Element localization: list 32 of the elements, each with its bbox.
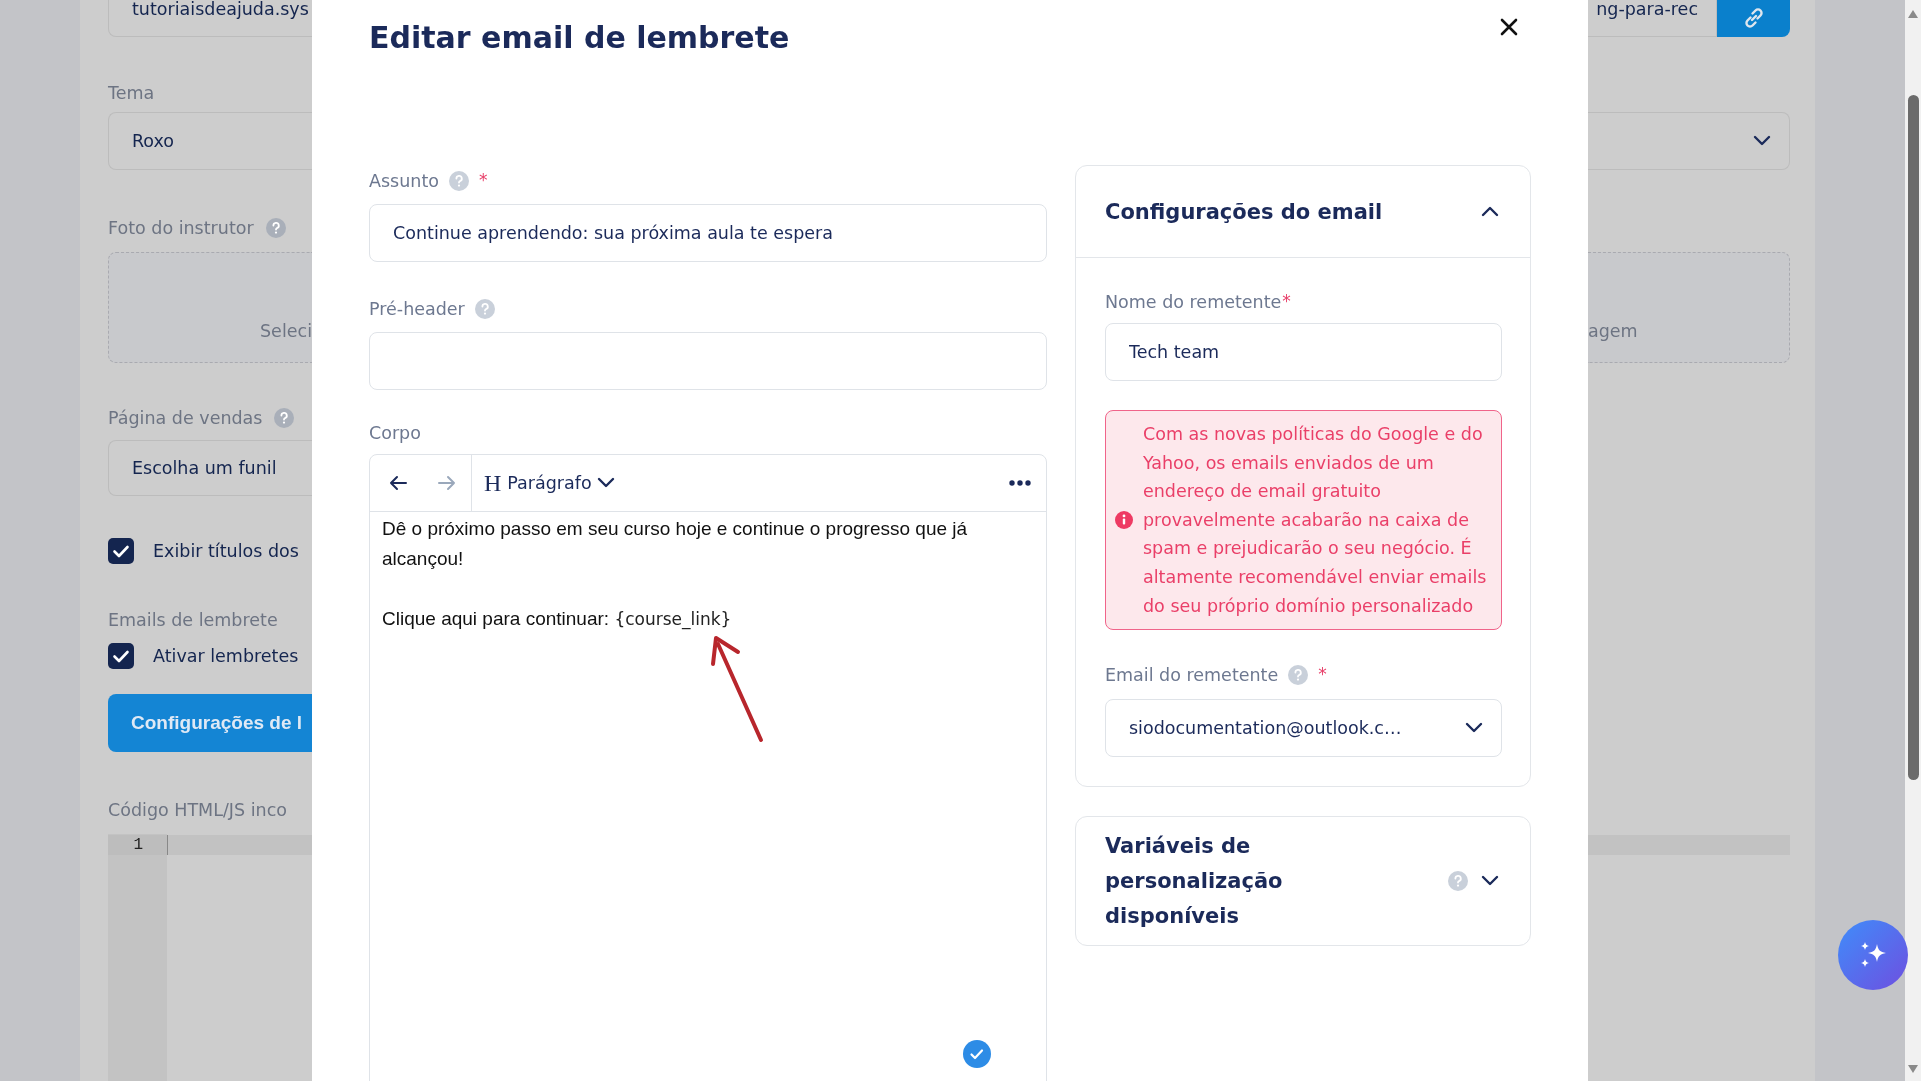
line-number: 1	[108, 835, 167, 855]
required-mark: *	[1318, 664, 1327, 685]
code-editor[interactable]: 1	[108, 834, 312, 1081]
field-label: Código HTML/JS inco	[108, 799, 288, 821]
rich-text-editor[interactable]: H Parágrafo Dê o próximo passo em seu curso hoje e continue o progresso que já alcançou! Clique aqui para continuar: {course_link}	[369, 454, 1047, 1081]
field-label: Página de vendas	[108, 407, 263, 429]
checkbox-label: Ativar lembretes	[153, 646, 299, 666]
field-label: Tema	[108, 82, 156, 104]
panel-header[interactable]: Variáveis de personalização disponíveis	[1076, 817, 1530, 946]
field-label: Assunto	[369, 170, 439, 192]
checkbox-label: Exibir títulos dos	[153, 541, 299, 561]
subject-field[interactable]: Continue aprendendo: sua próxima aula te espera	[369, 204, 1047, 262]
dialog-title: Editar email de lembrete	[369, 19, 790, 57]
required-mark: *	[478, 170, 488, 190]
required-mark: *	[1282, 291, 1291, 311]
body-paragraph: Dê o próximo passo em seu curso hoje e continue o progresso que já alcançou!	[382, 517, 969, 571]
theme-select[interactable]: Roxo	[108, 112, 312, 170]
format-dropdown[interactable]: H Parágrafo	[484, 469, 616, 497]
field-label: Emails de lembrete	[108, 609, 279, 631]
field-label: Email do remetente	[1105, 664, 1279, 687]
body-paragraph: Clique aqui para continuar: {course_link}	[382, 607, 733, 632]
url-field[interactable]: ng-para-rec	[1588, 0, 1717, 37]
field-label: Pré-header	[369, 298, 465, 320]
field-label: Corpo	[369, 422, 422, 444]
alert-text: Com as novas políticas do Google e do Yahoo, os emails enviados de um endereço de email gratuito provavelmente acabarão na caixa de spam e prejudicarão o seu negócio. É altamente recomendável enviar emails do seu próprio domínio personalizado	[1143, 423, 1488, 618]
funnel-select[interactable]: Escolha um funil	[108, 440, 312, 496]
panel-header[interactable]: Configurações do email	[1076, 166, 1530, 258]
field-label: Nome do remetente	[1105, 291, 1282, 313]
url-field[interactable]: tutoriaisdeajuda.sys	[108, 0, 312, 37]
field-label: Foto do instrutor	[108, 217, 254, 239]
sender-name-field[interactable]: Tech team	[1105, 323, 1502, 381]
sender-email-select[interactable]: siodocumentation@outlook.c…	[1105, 699, 1502, 758]
